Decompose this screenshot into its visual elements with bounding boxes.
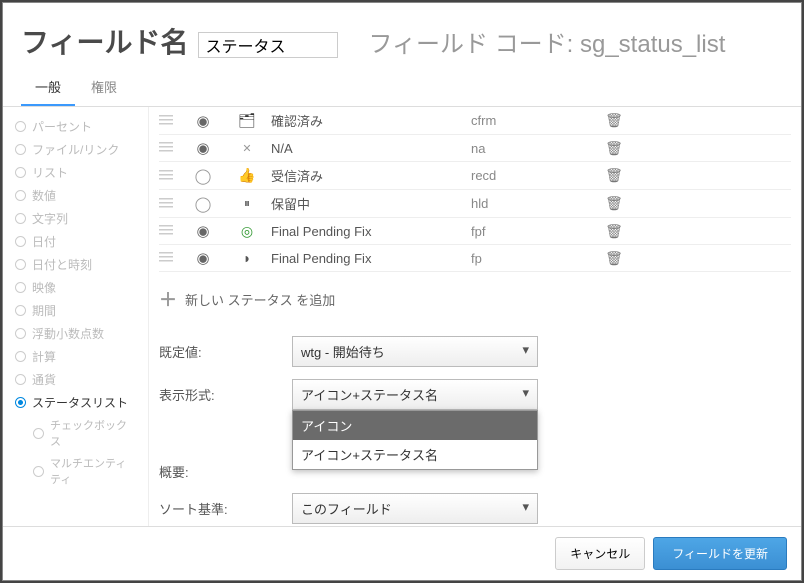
type-float: 浮動小数点数 [15, 322, 136, 345]
field-config-dialog: フィールド名 フィールド コード: sg_status_list 一般 権限 パ… [2, 2, 802, 581]
status-row[interactable]: 受信済み recd [159, 162, 791, 190]
dropdown-item-icon[interactable]: アイコン [293, 411, 537, 440]
status-icon [233, 112, 261, 129]
delete-icon[interactable] [601, 140, 627, 157]
delete-icon[interactable] [601, 112, 627, 129]
sort-select[interactable]: このフィールド [292, 493, 538, 524]
display-label: 表示形式: [159, 385, 292, 404]
eye-icon[interactable] [183, 249, 223, 267]
status-icon [233, 223, 261, 240]
type-percent: パーセント [15, 115, 136, 138]
status-icon [233, 250, 261, 266]
status-name: Final Pending Fix [271, 251, 461, 266]
delete-icon[interactable] [601, 195, 627, 212]
type-currency: 通貨 [15, 368, 136, 391]
status-row[interactable]: 確認済み cfrm [159, 107, 791, 135]
drag-handle-icon[interactable] [159, 115, 173, 127]
eye-icon[interactable] [183, 222, 223, 240]
type-calculated: 計算 [15, 345, 136, 368]
eye-icon[interactable] [183, 195, 223, 213]
tabs: 一般 権限 [3, 69, 801, 107]
cancel-button[interactable]: キャンセル [555, 537, 645, 570]
type-multi-entity: マルチエンティティ [15, 452, 136, 490]
default-label: 既定値: [159, 342, 292, 361]
eye-icon[interactable] [183, 112, 223, 130]
delete-icon[interactable] [601, 167, 627, 184]
type-datetime: 日付と時刻 [15, 253, 136, 276]
type-date: 日付 [15, 230, 136, 253]
dropdown-item-icon-name[interactable]: アイコン+ステータス名 [293, 440, 537, 469]
display-dropdown: アイコン アイコン+ステータス名 [292, 410, 538, 470]
code-label: フィールド コード: [368, 31, 573, 58]
type-number: 数値 [15, 184, 136, 207]
status-name: Final Pending Fix [271, 224, 461, 239]
eye-icon[interactable] [183, 139, 223, 157]
add-status-button[interactable]: ＋ 新しい ステータス を追加 [159, 272, 791, 330]
delete-icon[interactable] [601, 250, 627, 267]
status-code: na [471, 141, 591, 156]
dialog-footer: キャンセル フィールドを更新 [3, 526, 801, 580]
drag-handle-icon[interactable] [159, 198, 173, 210]
summary-label: 概要: [159, 462, 292, 481]
main-panel: 確認済み cfrm N/A na 受信済み recd 保留中 hld Final… [148, 107, 801, 526]
drag-handle-icon[interactable] [159, 170, 173, 182]
type-duration: 期間 [15, 299, 136, 322]
status-code: recd [471, 168, 591, 183]
status-code: cfrm [471, 113, 591, 128]
status-row[interactable]: Final Pending Fix fp [159, 245, 791, 272]
status-row[interactable]: Final Pending Fix fpf [159, 218, 791, 245]
eye-icon[interactable] [183, 167, 223, 185]
type-sidebar: パーセント ファイル/リンク リスト 数値 文字列 日付 日付と時刻 映像 期間… [3, 107, 148, 526]
dialog-header: フィールド名 フィールド コード: sg_status_list [3, 3, 801, 69]
type-status-list[interactable]: ステータスリスト [15, 391, 136, 414]
sort-label: ソート基準: [159, 499, 292, 518]
drag-handle-icon[interactable] [159, 142, 173, 154]
status-code: hld [471, 196, 591, 211]
field-name-input[interactable] [198, 32, 338, 58]
type-footage: 映像 [15, 276, 136, 299]
status-name: N/A [271, 141, 461, 156]
status-name: 確認済み [271, 111, 461, 130]
status-icon [233, 167, 261, 184]
save-button[interactable]: フィールドを更新 [653, 537, 787, 570]
status-row[interactable]: N/A na [159, 135, 791, 162]
type-file-link: ファイル/リンク [15, 138, 136, 161]
drag-handle-icon[interactable] [159, 252, 173, 264]
type-checkbox: チェックボックス [15, 414, 136, 452]
field-code: フィールド コード: sg_status_list [368, 24, 725, 59]
status-code: fpf [471, 224, 591, 239]
add-status-label: 新しい ステータス を追加 [185, 290, 335, 309]
default-select[interactable]: wtg - 開始待ち [292, 336, 538, 367]
title: フィールド名 [21, 21, 188, 61]
status-icon [233, 196, 261, 211]
type-list: リスト [15, 161, 136, 184]
type-text: 文字列 [15, 207, 136, 230]
delete-icon[interactable] [601, 223, 627, 240]
plus-icon: ＋ [159, 286, 177, 312]
code-value: sg_status_list [580, 31, 725, 58]
status-name: 保留中 [271, 194, 461, 213]
drag-handle-icon[interactable] [159, 225, 173, 237]
display-select[interactable]: アイコン+ステータス名 [292, 379, 538, 410]
tab-permissions[interactable]: 権限 [77, 69, 131, 106]
status-name: 受信済み [271, 166, 461, 185]
status-row[interactable]: 保留中 hld [159, 190, 791, 218]
tab-general[interactable]: 一般 [21, 69, 75, 106]
status-icon [233, 142, 261, 155]
status-code: fp [471, 251, 591, 266]
